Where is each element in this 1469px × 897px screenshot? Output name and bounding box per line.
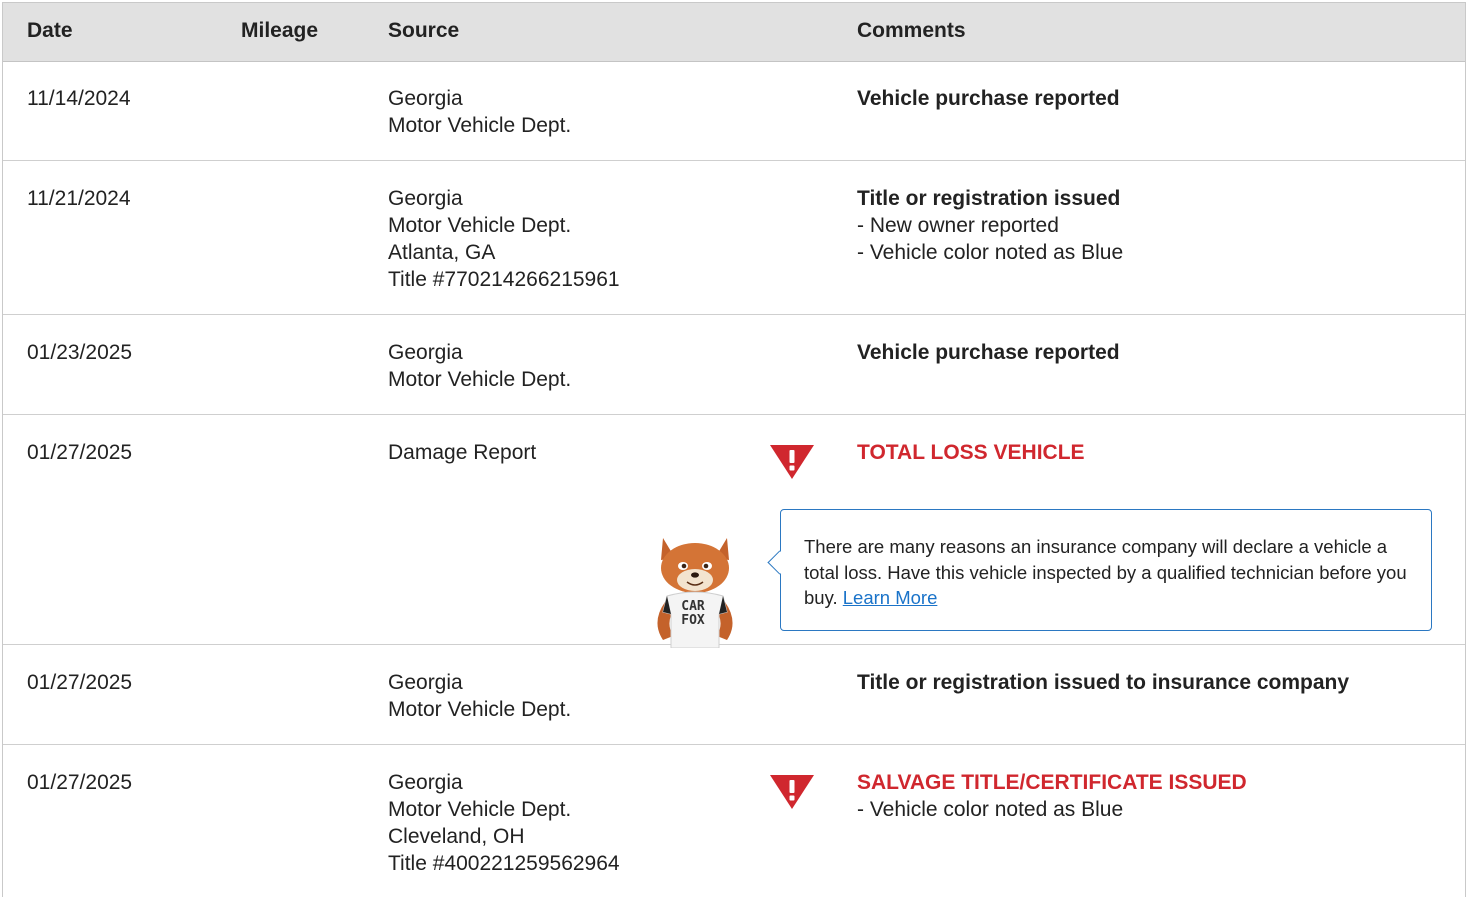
total-loss-tooltip: There are many reasons an insurance comp… (767, 509, 1432, 631)
row-source: Damage Report (388, 439, 536, 466)
row-date: 01/27/2025 (27, 771, 133, 794)
warning-triangle-icon (770, 445, 814, 479)
source-line: Georgia (388, 771, 463, 794)
shirt-line: CAR (681, 599, 705, 614)
row-source: Georgia Motor Vehicle Dept. (388, 339, 571, 393)
source-line: Motor Vehicle Dept. (388, 798, 572, 821)
row-comment-title: SALVAGE TITLE/CERTIFICATE ISSUED (857, 771, 1247, 794)
row-comment-title: Vehicle purchase reported (857, 341, 1120, 364)
source-line: Atlanta, GA (388, 241, 496, 264)
row-comment-title: Title or registration issued (857, 187, 1121, 210)
row-comment-title: Vehicle purchase reported (857, 87, 1120, 110)
mascot-shirt-text: CAR FOX (665, 600, 721, 628)
source-line: Cleveland, OH (388, 825, 525, 848)
row-date: 11/21/2024 (27, 187, 131, 210)
row-date: 11/14/2024 (27, 87, 131, 110)
header-mileage: Mileage (241, 19, 319, 42)
row-comment: SALVAGE TITLE/CERTIFICATE ISSUED - Vehic… (857, 769, 1247, 823)
row-source: Georgia Motor Vehicle Dept. (388, 85, 571, 139)
header-source: Source (388, 19, 460, 42)
row-source: Georgia Motor Vehicle Dept. (388, 669, 571, 723)
source-line: Damage Report (388, 441, 537, 464)
row-date: 01/27/2025 (27, 441, 133, 464)
shirt-line: FOX (681, 613, 705, 628)
row-date: 01/27/2025 (27, 671, 133, 694)
source-line: Georgia (388, 671, 463, 694)
comment-line: - Vehicle color noted as Blue (857, 798, 1124, 821)
header-date: Date (27, 19, 73, 42)
source-line: Georgia (388, 341, 463, 364)
table-header: Date Mileage Source Comments (3, 3, 1465, 62)
row-source: Georgia Motor Vehicle Dept. Cleveland, O… (388, 769, 620, 877)
source-line: Georgia (388, 187, 463, 210)
warning-triangle-icon (770, 775, 814, 809)
comment-line: - Vehicle color noted as Blue (857, 241, 1124, 264)
tooltip-tail (767, 550, 792, 575)
source-line: Motor Vehicle Dept. (388, 214, 572, 237)
table-row: 01/27/2025 Georgia Motor Vehicle Dept. C… (3, 745, 1465, 897)
table-row: 01/27/2025 Georgia Motor Vehicle Dept. T… (3, 645, 1465, 745)
source-line: Motor Vehicle Dept. (388, 368, 572, 391)
row-date: 01/23/2025 (27, 341, 133, 364)
vehicle-history-table: Date Mileage Source Comments 11/14/2024 … (2, 2, 1466, 897)
row-source: Georgia Motor Vehicle Dept. Atlanta, GA … (388, 185, 620, 293)
carfox-mascot-icon (657, 538, 733, 648)
source-line: Title #770214266215961 (388, 268, 620, 291)
source-line: Georgia (388, 87, 463, 110)
comment-line: - New owner reported (857, 214, 1059, 237)
row-comment-title: TOTAL LOSS VEHICLE (857, 441, 1085, 464)
table-row: 01/27/2025 Damage Report TOTAL LOSS VEHI… (3, 415, 1465, 648)
table-row: 01/23/2025 Georgia Motor Vehicle Dept. V… (3, 315, 1465, 415)
source-line: Motor Vehicle Dept. (388, 114, 572, 137)
table-row: 11/14/2024 Georgia Motor Vehicle Dept. V… (3, 61, 1465, 161)
source-line: Title #400221259562964 (388, 852, 620, 875)
learn-more-link[interactable]: Learn More (843, 587, 938, 608)
row-comment-title: Title or registration issued to insuranc… (857, 671, 1350, 694)
header-comments: Comments (857, 19, 966, 42)
table-row: 11/21/2024 Georgia Motor Vehicle Dept. A… (3, 161, 1465, 315)
row-comment: Title or registration issued - New owner… (857, 185, 1123, 266)
source-line: Motor Vehicle Dept. (388, 698, 572, 721)
